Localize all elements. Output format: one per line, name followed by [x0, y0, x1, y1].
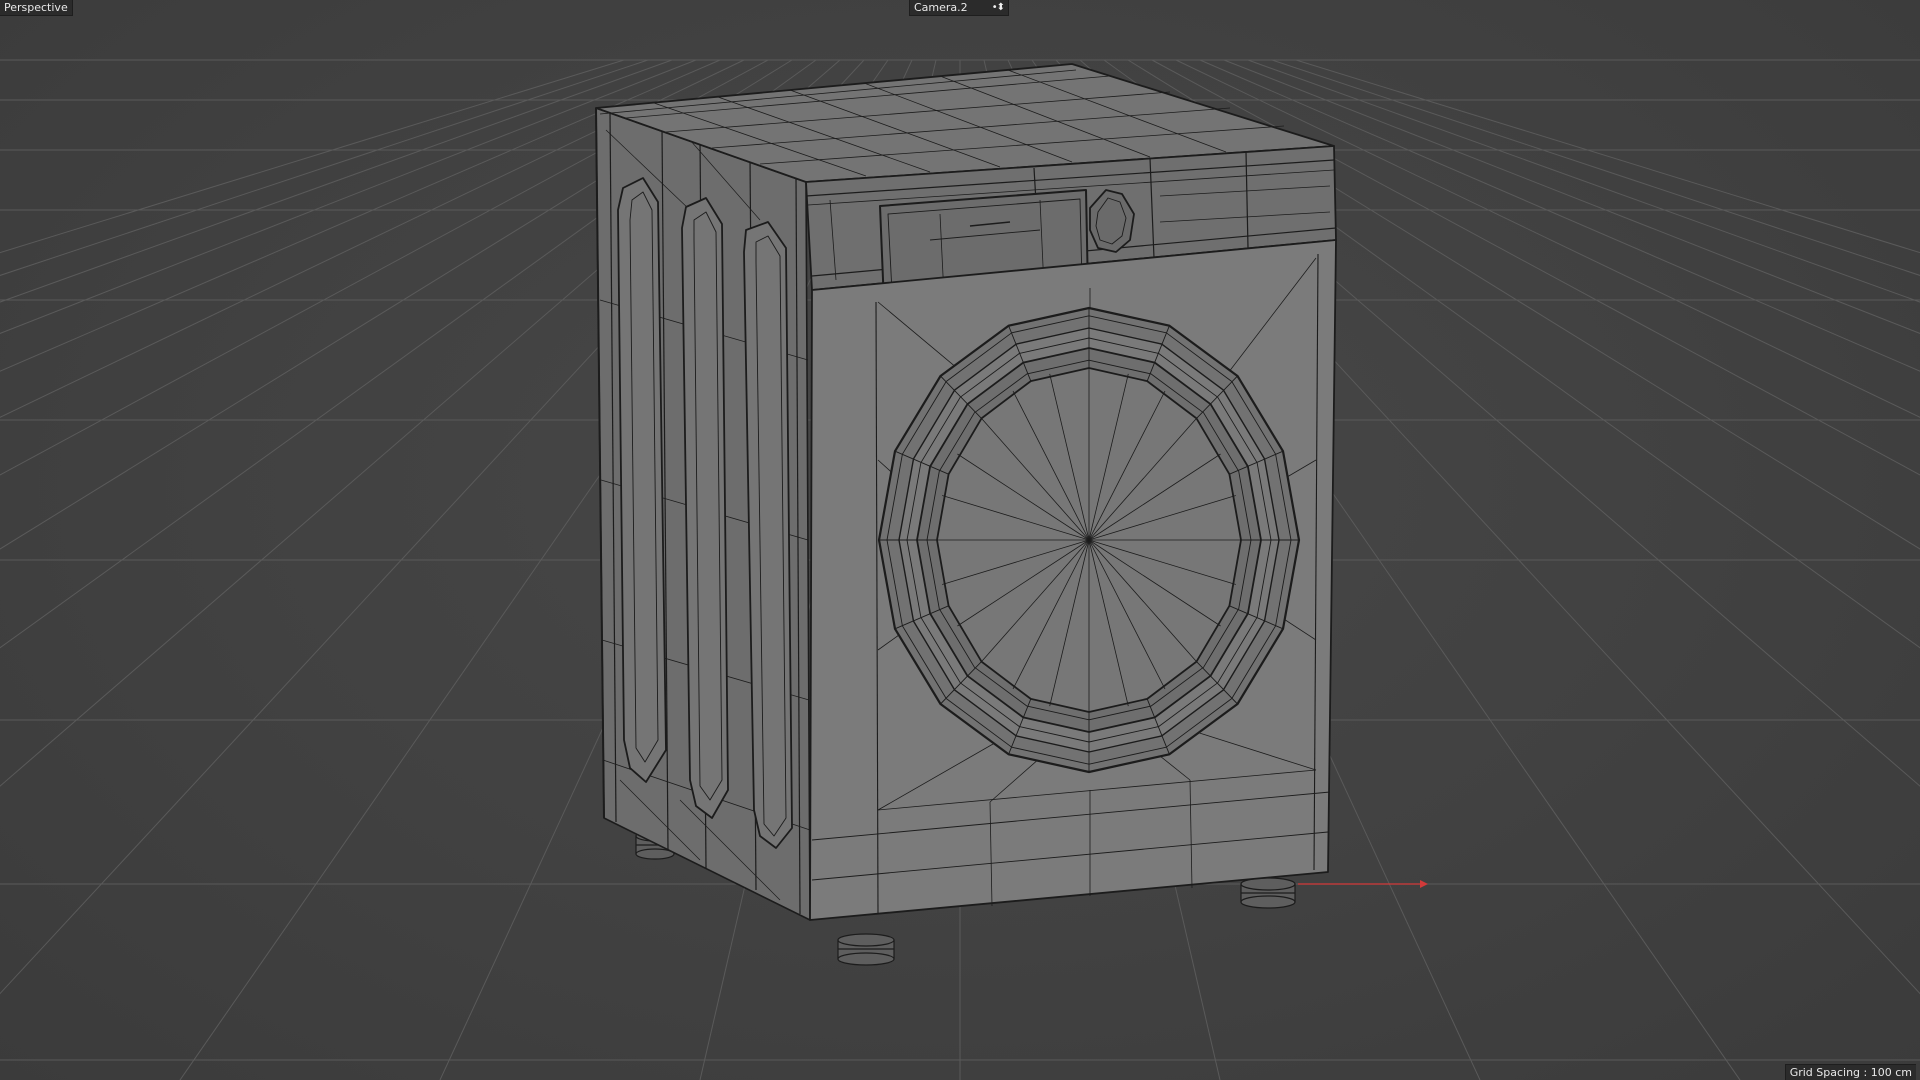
side-vent-grooves — [617, 177, 793, 849]
3d-viewport[interactable]: Perspective Camera.2 •⬍ Grid Spacing : 1… — [0, 0, 1920, 1080]
camera-name: Camera.2 — [914, 1, 968, 14]
camera-selector[interactable]: Camera.2 •⬍ — [909, 0, 1009, 16]
x-axis-indicator — [1298, 880, 1428, 888]
grid-spacing-readout: Grid Spacing : 100 cm — [1784, 1064, 1916, 1080]
scene-canvas[interactable] — [0, 0, 1920, 1080]
view-mode-label[interactable]: Perspective — [0, 0, 73, 16]
door — [877, 306, 1301, 774]
camera-options-icon[interactable]: •⬍ — [992, 0, 1005, 15]
foot-front-left — [837, 933, 895, 966]
foot-front-right — [1240, 877, 1296, 909]
washing-machine-model[interactable] — [595, 63, 1337, 966]
